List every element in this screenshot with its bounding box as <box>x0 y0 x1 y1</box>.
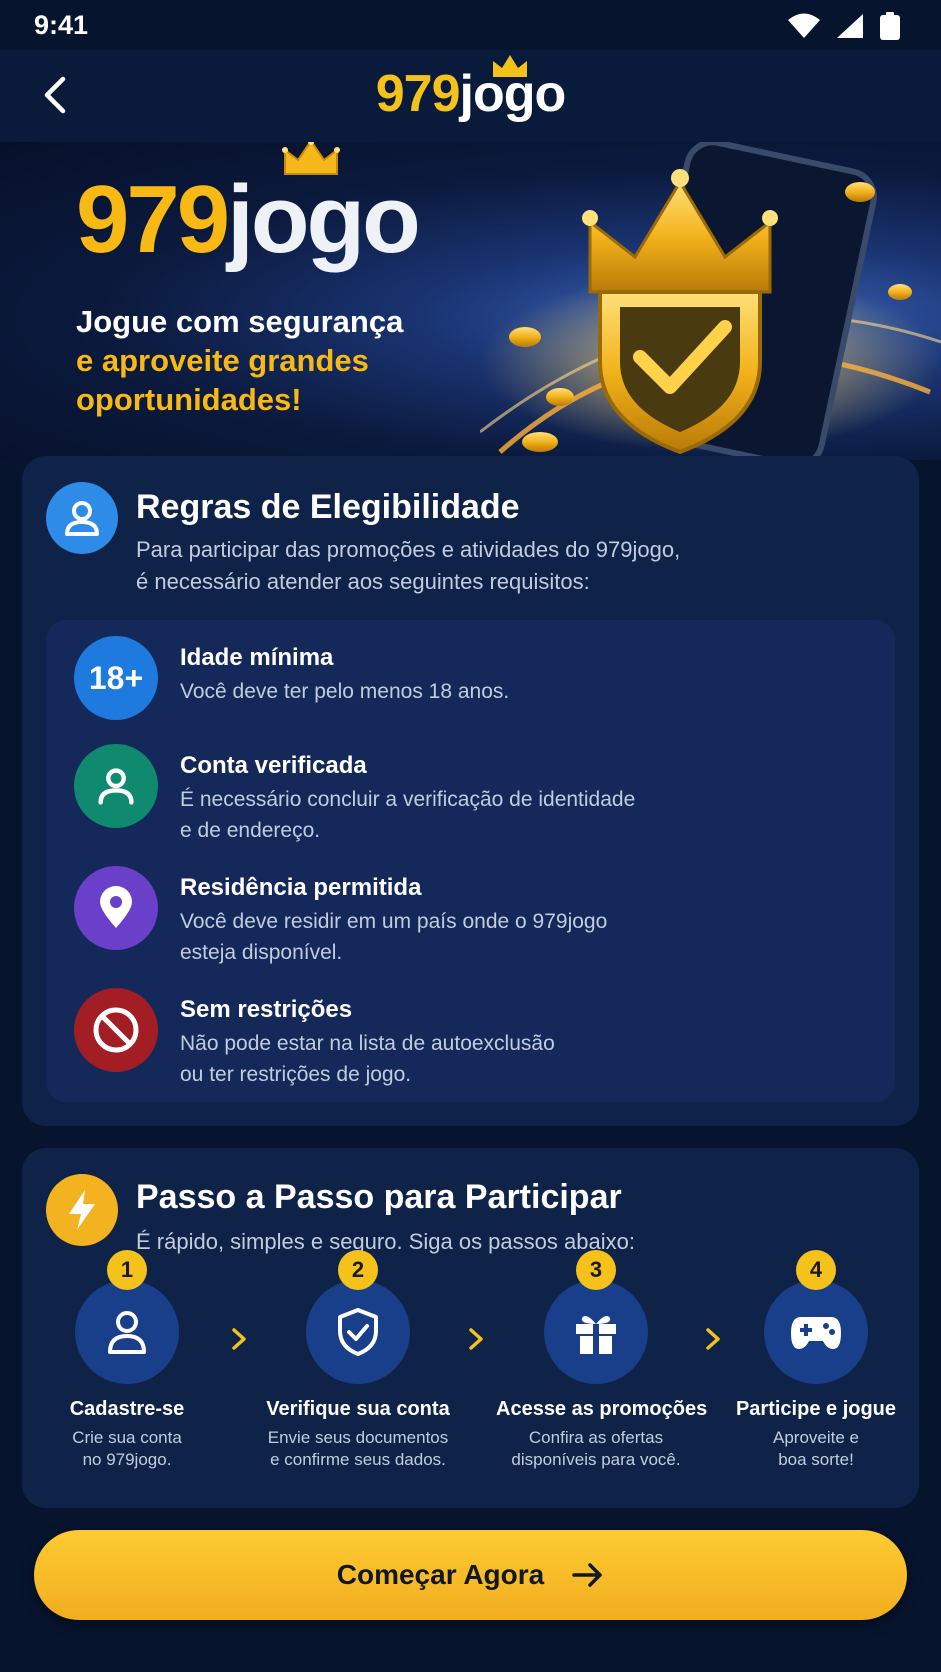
chevron-right-icon <box>469 1328 483 1350</box>
eligibility-title: Regras de Elegibilidade <box>136 488 520 526</box>
rule-desc-line-1: Não pode estar na lista de autoexclusão <box>180 1032 555 1055</box>
status-icons <box>787 12 901 40</box>
step-title: Acesse as promoções <box>496 1398 708 1420</box>
age-18-icon: 18+ <box>74 636 158 720</box>
step-description: Envie seus documentos e confirme seus da… <box>258 1427 458 1471</box>
eligibility-card: Regras de Elegibilidade Para participar … <box>22 456 919 1126</box>
step-desc-line-1: Confira as ofertas <box>528 1428 664 1447</box>
hero-line-1: Jogue com segurança <box>76 304 404 339</box>
hero-line-2: e aproveite grandes <box>76 343 369 378</box>
rule-title: Conta verificada <box>180 752 367 779</box>
rule-description: Você deve ter pelo menos 18 anos. <box>180 676 820 707</box>
location-pin-icon <box>74 866 158 950</box>
step-number-badge: 3 <box>576 1250 616 1290</box>
rule-title: Residência permitida <box>180 874 422 901</box>
status-time: 9:41 <box>34 10 89 40</box>
step-number-badge: 2 <box>338 1250 378 1290</box>
eligibility-desc-line-2: é necessário atender aos seguintes requi… <box>136 569 590 594</box>
step-title: Participe e jogue <box>735 1398 897 1420</box>
app-header: 979jogo <box>0 50 941 142</box>
hero-shield-crown-illustration <box>480 142 941 460</box>
hero-logo: 979jogo <box>76 142 421 268</box>
rule-desc-line-2: ou ter restrições de jogo. <box>180 1063 412 1086</box>
shield-check-icon <box>338 1308 378 1356</box>
steps-card: Passo a Passo para Participar É rápido, … <box>22 1148 919 1508</box>
step-icon-circle: 3 <box>544 1250 648 1384</box>
rule-item-verified-account: Conta verificada É necessário concluir a… <box>74 744 874 844</box>
rule-description: Você deve residir em um país onde o 979j… <box>180 906 820 968</box>
status-bar: 9:41 <box>0 0 941 50</box>
step-number-badge: 4 <box>796 1250 836 1290</box>
arrow-right-icon <box>572 1563 602 1587</box>
step-desc-line-1: Envie seus documentos <box>267 1428 449 1447</box>
rule-desc-line-1: Você deve ter pelo menos 18 anos. <box>180 680 510 703</box>
rule-desc-line-1: É necessário concluir a verificação de i… <box>180 788 636 811</box>
lightning-icon <box>46 1174 118 1246</box>
crown-icon <box>492 55 527 77</box>
step-number-badge: 1 <box>107 1250 147 1290</box>
steps-title: Passo a Passo para Participar <box>136 1178 622 1216</box>
rule-desc-line-2: esteja disponível. <box>180 941 343 964</box>
crown-icon <box>282 142 341 175</box>
header-logo: 979jogo <box>0 55 941 124</box>
battery-icon <box>880 12 900 40</box>
user-check-icon <box>74 744 158 828</box>
user-icon <box>46 482 118 554</box>
hero-logo-number: 979 <box>76 166 230 273</box>
gift-icon <box>576 1316 616 1354</box>
step-1: 1 Cadastre-se Crie sua conta no 979jogo. <box>27 1250 227 1471</box>
step-icon-circle: 4 <box>764 1250 868 1384</box>
rule-desc-line-1: Você deve residir em um país onde o 979j… <box>180 910 608 933</box>
prohibited-icon <box>74 988 158 1072</box>
step-desc-line-1: Aproveite e <box>773 1428 859 1447</box>
logo-number: 979 <box>375 65 461 123</box>
step-icon-circle: 1 <box>75 1250 179 1384</box>
gamepad-icon <box>791 1317 841 1349</box>
hero-logo-word-text: jogo <box>227 166 421 273</box>
rules-list: 18+ Idade mínima Você deve ter pelo meno… <box>46 620 895 1102</box>
step-4: 4 Participe e jogue Aproveite e boa sort… <box>716 1250 916 1471</box>
rule-description: Não pode estar na lista de autoexclusão … <box>180 1028 820 1090</box>
rule-description: É necessário concluir a verificação de i… <box>180 784 820 846</box>
step-description: Crie sua conta no 979jogo. <box>27 1427 227 1471</box>
step-description: Aproveite e boa sorte! <box>716 1427 916 1471</box>
hero-tagline: Jogue com segurança e aproveite grandes … <box>76 302 403 419</box>
step-title: Verifique sua conta <box>266 1398 450 1420</box>
rule-desc-line-2: e de endereço. <box>180 819 321 842</box>
step-desc-line-2: boa sorte! <box>778 1450 854 1469</box>
step-description: Confira as ofertas disponíveis para você… <box>496 1427 696 1471</box>
steps-description: É rápido, simples e seguro. Siga os pass… <box>136 1229 635 1254</box>
signal-icon <box>837 14 863 38</box>
rule-item-min-age: 18+ Idade mínima Você deve ter pelo meno… <box>74 636 874 736</box>
step-3: 3 Acesse as promoções Confira as ofertas… <box>496 1250 708 1471</box>
hero-line-3: oportunidades! <box>76 382 302 417</box>
age-badge-text: 18+ <box>88 659 144 696</box>
rule-item-no-restrictions: Sem restrições Não pode estar na lista d… <box>74 988 874 1088</box>
step-desc-line-1: Crie sua conta <box>72 1428 182 1447</box>
rule-item-residence: Residência permitida Você deve residir e… <box>74 866 874 966</box>
rule-title: Idade mínima <box>180 644 334 671</box>
start-now-label: Começar Agora <box>336 1559 545 1590</box>
step-title: Cadastre-se <box>69 1398 185 1420</box>
start-now-button[interactable]: Começar Agora <box>34 1530 907 1620</box>
user-icon <box>108 1311 146 1354</box>
rule-title: Sem restrições <box>180 996 353 1023</box>
eligibility-desc-line-1: Para participar das promoções e atividad… <box>136 537 681 562</box>
step-desc-line-2: disponíveis para você. <box>511 1450 681 1469</box>
chevron-right-icon <box>232 1328 246 1350</box>
step-desc-line-2: no 979jogo. <box>82 1450 172 1469</box>
step-desc-line-2: e confirme seus dados. <box>270 1450 446 1469</box>
hero-banner: 979jogo Jogue com segurança e aproveite … <box>0 142 941 460</box>
hero-logo-word: jogo <box>227 142 421 273</box>
wifi-icon <box>788 13 820 38</box>
eligibility-description: Para participar das promoções e atividad… <box>136 534 680 598</box>
logo-word: jogo <box>460 55 566 123</box>
step-icon-circle: 2 <box>306 1250 410 1384</box>
step-2: 2 Verifique sua conta Envie seus documen… <box>258 1250 458 1471</box>
